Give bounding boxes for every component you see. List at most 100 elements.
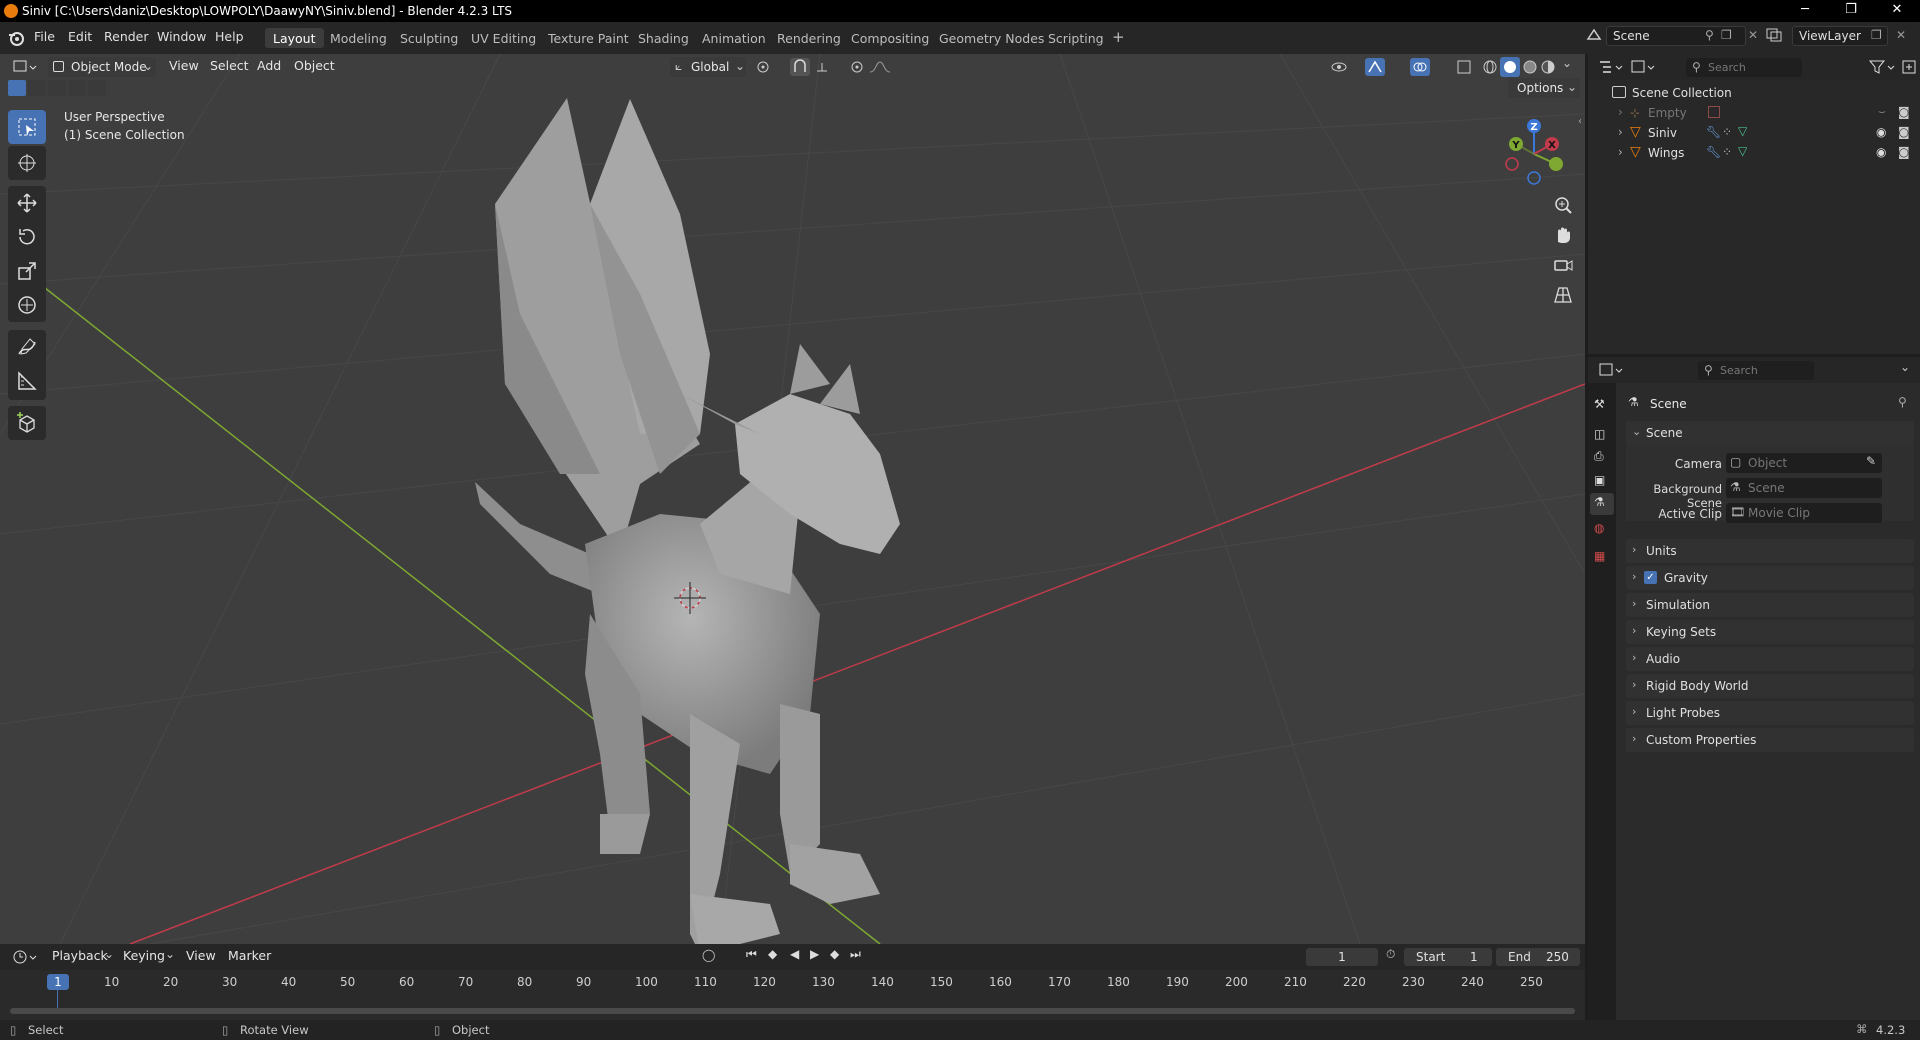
outliner-row-wings[interactable]: › ▽ Wings 🔧︎ ⁘ ▽ ◉ ◙ — [1588, 144, 1920, 164]
gravity-checkbox[interactable]: ✓ — [1644, 571, 1657, 584]
editor-type-icon[interactable] — [12, 57, 38, 77]
perspective-toggle-icon[interactable] — [1550, 282, 1576, 308]
close-button[interactable]: ✕ — [1874, 0, 1920, 22]
viewport-menu-object[interactable]: Object — [294, 58, 335, 73]
tab-scripting[interactable]: Scripting — [1040, 28, 1112, 48]
camera-render-icon[interactable]: ◙ — [1898, 125, 1910, 139]
tool-tab-icon[interactable]: ⚒ — [1594, 397, 1605, 411]
view-layer-tab-icon[interactable]: ▣ — [1594, 473, 1605, 487]
tab-rendering[interactable]: Rendering — [769, 28, 849, 48]
properties-editor-type-icon[interactable] — [1598, 361, 1624, 379]
timeline-frames-area[interactable]: 1 10 20 30 40 50 60 70 80 90 100 110 120 130 140 150 16… — [0, 970, 1585, 1020]
select-intersect-icon[interactable] — [88, 80, 106, 96]
preview-range-icon[interactable]: ⏱ — [1386, 947, 1395, 962]
tab-shading[interactable]: Shading — [630, 28, 697, 48]
new-collection-icon[interactable] — [1900, 58, 1918, 76]
maximize-button[interactable]: ❐ — [1828, 0, 1874, 22]
outliner-editor-type-icon[interactable] — [1598, 58, 1624, 76]
wireframe-shading-icon[interactable] — [1482, 59, 1498, 75]
options-dropdown[interactable]: Options ⌄ — [1508, 78, 1580, 98]
zoom-icon[interactable] — [1550, 192, 1576, 218]
menu-render[interactable]: Render — [104, 29, 149, 44]
rotate-tool[interactable] — [8, 220, 46, 254]
timeline-editor-type-icon[interactable] — [12, 948, 38, 966]
outliner-row-empty[interactable]: › ⊹ Empty ⌣ ◙ — [1588, 104, 1920, 124]
panel-simulation[interactable]: › Simulation — [1626, 593, 1914, 617]
panel-custom-properties[interactable]: › Custom Properties — [1626, 728, 1914, 752]
playhead[interactable]: 1 — [47, 974, 69, 990]
new-scene-icon[interactable]: ❐ — [1721, 28, 1732, 42]
outliner-row-siniv[interactable]: › ▽ Siniv 🔧︎ ⁘ ▽ ◉ ◙ — [1588, 124, 1920, 144]
shading-options-chevron-icon[interactable]: ⌄ — [1562, 56, 1572, 70]
auto-keying-icon[interactable]: ◯ — [702, 948, 715, 962]
panel-scene-header[interactable]: ⌄ Scene — [1626, 421, 1914, 445]
current-frame-field[interactable]: 1 — [1306, 948, 1378, 966]
jump-end-icon[interactable]: ⏭ — [850, 947, 861, 962]
panel-gravity[interactable]: › ✓ Gravity — [1626, 566, 1914, 590]
camera-view-icon[interactable] — [1550, 252, 1576, 278]
annotate-tool[interactable] — [8, 330, 46, 364]
dragon-model[interactable] — [475, 98, 900, 944]
visibility-filter-icon[interactable] — [1330, 59, 1356, 75]
rendered-shading-icon[interactable] — [1540, 59, 1556, 75]
overlays-toggle-icon[interactable] — [1410, 58, 1430, 76]
display-mode-icon[interactable] — [1630, 58, 1656, 76]
snap-toggle-icon[interactable] — [790, 58, 810, 76]
menu-help[interactable]: Help — [215, 29, 244, 44]
select-extend-icon[interactable] — [28, 80, 46, 96]
texture-tab-icon[interactable]: ▦ — [1594, 549, 1605, 563]
scene-selector[interactable]: Scene ⚲ ❐ — [1606, 26, 1746, 46]
move-tool[interactable] — [8, 186, 46, 220]
add-cube-tool[interactable] — [8, 406, 46, 440]
next-keyframe-icon[interactable]: ◆ — [830, 947, 839, 961]
pan-hand-icon[interactable] — [1550, 222, 1576, 248]
falloff-icon[interactable] — [868, 59, 892, 75]
expand-chevron-icon[interactable]: › — [1618, 125, 1623, 139]
visible-eye-icon[interactable]: ◉ — [1876, 145, 1886, 159]
end-frame-field[interactable]: End 250 — [1496, 948, 1580, 966]
timeline-scrollbar[interactable] — [10, 1008, 1575, 1014]
scale-tool[interactable] — [8, 254, 46, 288]
add-workspace-button[interactable]: + — [1104, 28, 1133, 48]
select-invert-icon[interactable] — [68, 80, 86, 96]
tab-compositing[interactable]: Compositing — [843, 28, 937, 48]
snap-target-icon[interactable] — [814, 59, 840, 75]
menu-file[interactable]: File — [34, 29, 55, 44]
outliner-row-scene-collection[interactable]: Scene Collection — [1588, 84, 1920, 104]
panel-units[interactable]: › Units — [1626, 539, 1914, 563]
expand-chevron-icon[interactable]: › — [1618, 105, 1623, 119]
select-box-tool[interactable] — [8, 110, 46, 144]
blender-menu-icon[interactable] — [8, 30, 24, 46]
tab-layout[interactable]: Layout — [265, 28, 324, 48]
panel-audio[interactable]: › Audio — [1626, 647, 1914, 671]
hidden-eye-icon[interactable]: ⌣ — [1878, 104, 1886, 119]
viewport-menu-select[interactable]: Select — [210, 58, 249, 73]
visible-eye-icon[interactable]: ◉ — [1876, 125, 1886, 139]
render-tab-icon[interactable]: ◫ — [1594, 427, 1605, 441]
solid-shading-icon[interactable] — [1500, 57, 1520, 77]
eyedropper-icon[interactable]: ✎ — [1866, 454, 1876, 468]
tab-modeling[interactable]: Modeling — [322, 28, 395, 48]
panel-rigid-body-world[interactable]: › Rigid Body World — [1626, 674, 1914, 698]
delete-scene-icon[interactable]: ✕ — [1748, 28, 1758, 42]
jump-start-icon[interactable]: ⏮ — [746, 947, 757, 962]
new-viewlayer-icon[interactable]: ❐ — [1871, 28, 1882, 42]
cursor-tool[interactable] — [8, 146, 46, 180]
outliner-search-input[interactable]: ⚲ Search — [1686, 58, 1802, 77]
object-mode-dropdown[interactable]: Object Mode ⌄ — [48, 57, 156, 77]
scene-tab-icon[interactable]: ⚗ — [1590, 493, 1614, 515]
properties-search-input[interactable]: ⚲ Search — [1698, 361, 1814, 380]
background-scene-field[interactable]: ⚗ Scene — [1726, 478, 1882, 498]
tab-sculpting[interactable]: Sculpting — [392, 28, 466, 48]
select-subtract-icon[interactable] — [48, 80, 66, 96]
menu-edit[interactable]: Edit — [68, 29, 92, 44]
timeline-menu-marker[interactable]: Marker — [228, 948, 271, 963]
timeline-menu-playback[interactable]: Playback — [52, 948, 108, 963]
xray-toggle-icon[interactable] — [1456, 59, 1472, 75]
select-new-icon[interactable] — [8, 80, 26, 96]
camera-render-icon[interactable]: ◙ — [1898, 145, 1910, 159]
camera-field[interactable]: ▢ Object ✎ — [1726, 453, 1882, 473]
filter-icon[interactable] — [1868, 58, 1898, 76]
timeline-menu-view[interactable]: View — [186, 948, 216, 963]
gizmo-toggle-icon[interactable] — [1365, 58, 1385, 76]
